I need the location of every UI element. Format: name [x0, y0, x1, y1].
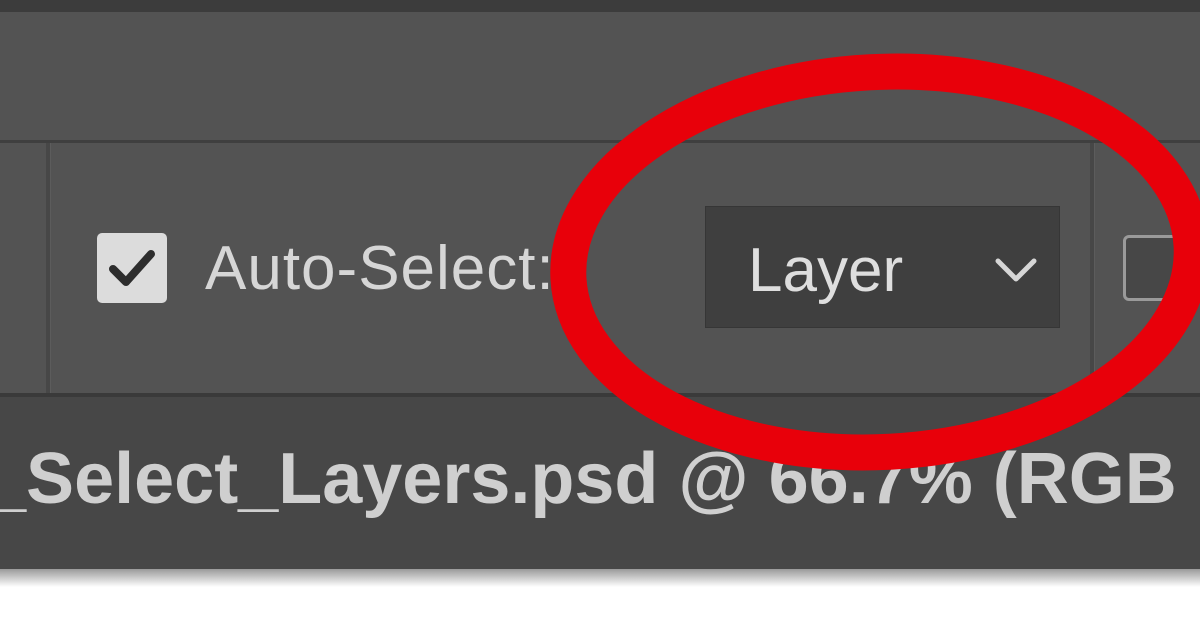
screenshot-stage: Auto-Select: Layer _Select_Layers.psd @ … — [0, 0, 1200, 628]
red-circle-annotation — [550, 53, 1200, 471]
highlight-circle-annotation — [550, 53, 1200, 471]
